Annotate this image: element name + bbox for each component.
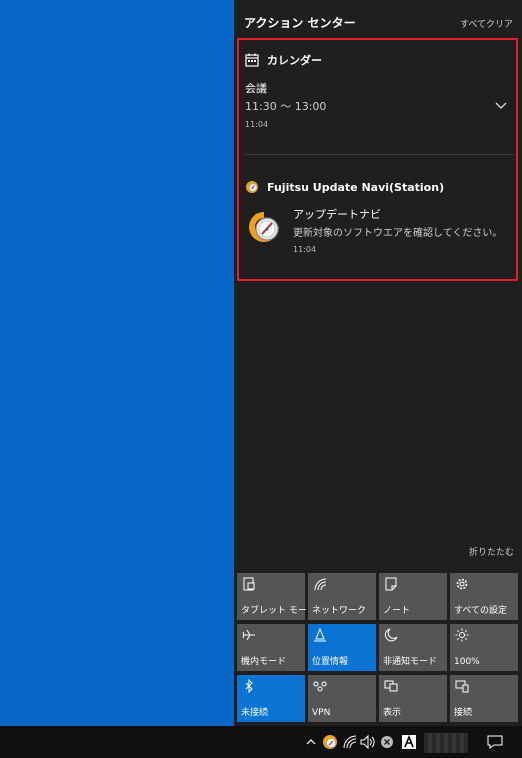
close-circle-icon[interactable] bbox=[380, 734, 394, 750]
tile-connect[interactable]: 接続 bbox=[450, 675, 518, 722]
tile-label: 位置情報 bbox=[312, 657, 349, 667]
location-icon bbox=[314, 628, 326, 642]
action-center-title: アクション センター bbox=[244, 16, 356, 30]
tablet-mode-icon bbox=[243, 577, 255, 591]
tile-quiet-hours[interactable]: 非通知モード bbox=[379, 624, 447, 671]
chevron-up-icon[interactable] bbox=[305, 734, 317, 750]
calendar-app-name: カレンダー bbox=[267, 54, 322, 67]
fujitsu-app-header[interactable]: Fujitsu Update Navi(Station) bbox=[245, 177, 444, 197]
fujitsu-notification-title: アップデートナビ bbox=[293, 208, 381, 221]
calendar-notification[interactable]: 会議 11:30 ～ 13:00 11:04 bbox=[245, 80, 485, 129]
notifications-area: カレンダー 会議 11:30 ～ 13:00 11:04 Fujitsu Upd… bbox=[237, 38, 518, 281]
desktop-background bbox=[0, 0, 234, 726]
input-method-icon[interactable] bbox=[402, 734, 416, 750]
fujitsu-notification-body: 更新対象のソフトウエアを確認してください。 bbox=[293, 228, 503, 239]
tile-label: 接続 bbox=[454, 708, 473, 718]
network-icon bbox=[314, 578, 327, 591]
connect-icon bbox=[455, 680, 469, 693]
vpn-icon bbox=[313, 681, 327, 692]
project-icon bbox=[384, 680, 398, 692]
clock[interactable] bbox=[424, 733, 468, 753]
tile-project[interactable]: 表示 bbox=[379, 675, 447, 722]
tile-vpn[interactable]: VPN bbox=[308, 675, 376, 722]
airplane-icon bbox=[242, 629, 255, 641]
update-navi-tray-icon[interactable] bbox=[322, 734, 338, 750]
tile-label: 100% bbox=[454, 657, 480, 667]
action-center-panel: アクション センター すべてクリア カレンダー 会議 11:30 ～ 13:00… bbox=[234, 0, 522, 726]
tile-note[interactable]: ノート bbox=[379, 573, 447, 620]
tile-network[interactable]: ネットワーク bbox=[308, 573, 376, 620]
fujitsu-notification[interactable]: アップデートナビ 更新対象のソフトウエアを確認してください。 11:04 bbox=[293, 206, 513, 254]
calendar-notification-title: 会議 bbox=[245, 82, 267, 95]
fujitsu-app-name: Fujitsu Update Navi(Station) bbox=[267, 180, 445, 194]
tile-tablet-mode[interactable]: タブレット モード bbox=[237, 573, 316, 620]
collapse-button[interactable]: 折りたたむ bbox=[469, 545, 514, 558]
action-center-header: アクション センター すべてクリア bbox=[234, 0, 522, 36]
update-navi-large-icon bbox=[249, 212, 279, 242]
calendar-notification-time: 11:04 bbox=[245, 120, 269, 129]
note-icon bbox=[385, 577, 397, 591]
update-navi-icon bbox=[246, 181, 258, 193]
tile-label: タブレット モード bbox=[241, 606, 316, 616]
tile-all-settings[interactable]: すべての設定 bbox=[450, 573, 518, 620]
notification-divider bbox=[245, 154, 514, 155]
calendar-app-header[interactable]: カレンダー bbox=[245, 50, 322, 70]
tile-label: ノート bbox=[383, 606, 411, 616]
fujitsu-notification-time: 11:04 bbox=[293, 245, 317, 254]
tile-label: 機内モード bbox=[241, 657, 287, 667]
tile-label: すべての設定 bbox=[454, 606, 508, 616]
gear-icon bbox=[456, 578, 468, 590]
tile-airplane-mode[interactable]: 機内モード bbox=[237, 624, 305, 671]
action-center-icon[interactable] bbox=[487, 734, 503, 750]
chevron-down-icon[interactable] bbox=[494, 99, 508, 113]
tile-label: 表示 bbox=[383, 708, 402, 718]
tile-bluetooth[interactable]: 未接続 bbox=[237, 675, 305, 722]
moon-icon bbox=[384, 628, 398, 642]
calendar-icon bbox=[245, 53, 259, 67]
wifi-icon[interactable] bbox=[343, 734, 357, 750]
tile-label: ネットワーク bbox=[312, 606, 367, 616]
calendar-notification-body: 11:30 ～ 13:00 bbox=[245, 100, 327, 113]
tile-brightness[interactable]: 100% bbox=[450, 624, 518, 671]
tile-label: 非通知モード bbox=[383, 657, 438, 667]
tile-location[interactable]: 位置情報 bbox=[308, 624, 376, 671]
brightness-icon bbox=[455, 628, 469, 642]
bluetooth-icon bbox=[245, 679, 253, 693]
clear-all-button[interactable]: すべてクリア bbox=[460, 17, 513, 30]
tile-label: 未接続 bbox=[241, 708, 269, 718]
tile-label: VPN bbox=[312, 708, 331, 718]
volume-icon[interactable] bbox=[360, 734, 375, 750]
taskbar bbox=[0, 726, 522, 758]
